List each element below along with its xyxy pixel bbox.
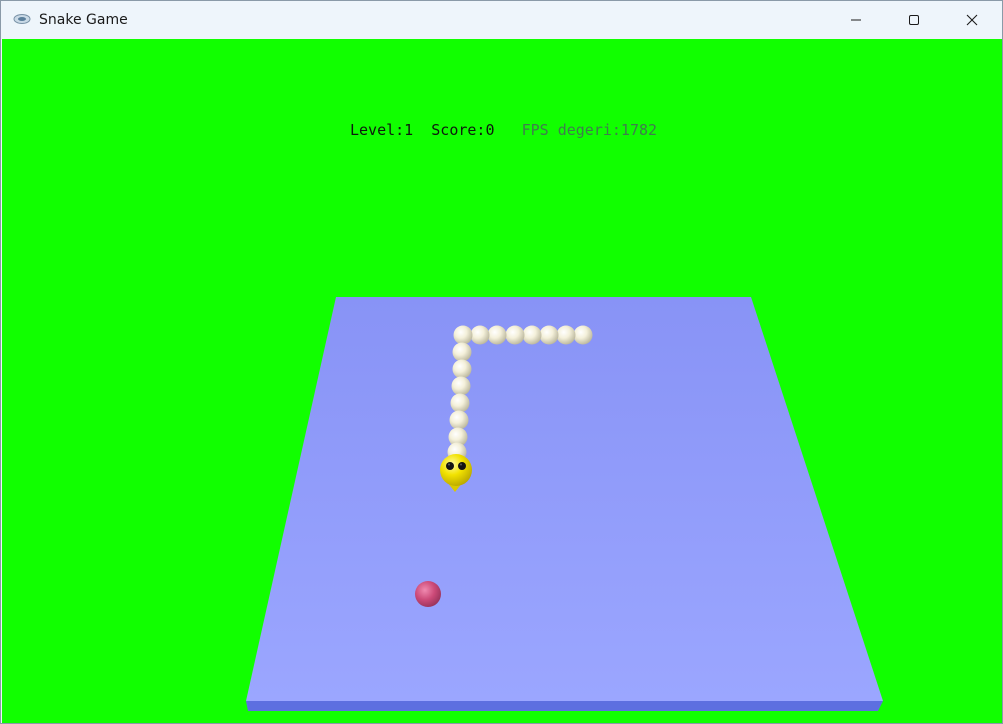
snake-body-segment (470, 325, 490, 345)
snake-body-segment (452, 359, 472, 379)
snake-body-segment (522, 325, 542, 345)
snake-body-segment (449, 410, 469, 430)
snake-eye-right (458, 462, 466, 470)
snake-body-segment (556, 325, 576, 345)
close-icon (966, 14, 978, 26)
window-title: Snake Game (39, 12, 128, 28)
game-board-edge (246, 701, 883, 711)
hud: Level:1 Score:0 FPS degeri:1782 (350, 120, 657, 140)
minimize-icon (851, 19, 861, 21)
snake-body-segment (573, 325, 593, 345)
game-window: Snake Game Level:1 Score:0 FPS degeri:17… (0, 0, 1003, 724)
snake-body-segment (453, 325, 473, 345)
snake-body-segment (452, 342, 472, 362)
minimize-button[interactable] (827, 1, 885, 39)
snake-body-segment (450, 393, 470, 413)
maximize-icon (909, 15, 919, 25)
snake-eye-left (446, 462, 454, 470)
snake-body-segment (539, 325, 559, 345)
close-button[interactable] (943, 1, 1001, 39)
game-controller-icon (13, 14, 31, 24)
food-ball (415, 581, 441, 607)
title-bar[interactable]: Snake Game (1, 1, 1002, 39)
fps-label: FPS degeri:1782 (521, 121, 658, 139)
snake-body-segment (451, 376, 471, 396)
game-board (246, 297, 883, 701)
game-viewport[interactable]: Level:1 Score:0 FPS degeri:1782 (2, 39, 1002, 723)
snake-body-segment (487, 325, 507, 345)
game-scene (246, 297, 883, 711)
score-label: Score:0 (431, 121, 495, 139)
level-label: Level:1 (350, 121, 414, 139)
snake-body-segment (505, 325, 525, 345)
maximize-button[interactable] (885, 1, 943, 39)
